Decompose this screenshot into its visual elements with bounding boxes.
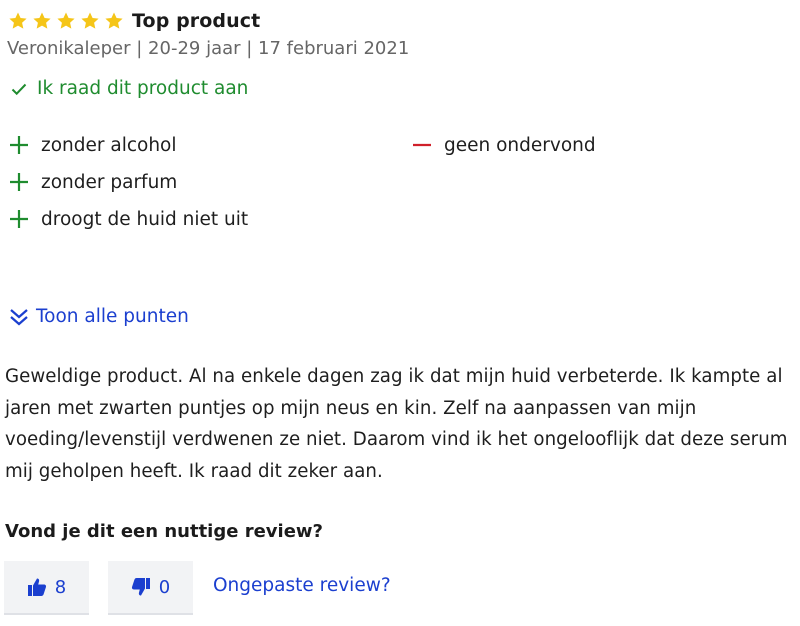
thumbs-up-icon (27, 577, 55, 597)
plus-icon (8, 171, 41, 193)
review-meta: Veronikaleper | 20-29 jaar | 17 februari… (7, 38, 410, 59)
review-header: Top product (8, 8, 260, 34)
star-icon (56, 11, 76, 31)
pro-label: zonder parfum (41, 171, 178, 193)
recommend-label: Ik raad dit product aan (37, 78, 249, 99)
pro-item: droogt de huid niet uit (8, 208, 248, 230)
star-icon (8, 11, 28, 31)
double-chevron-down-icon (8, 307, 36, 327)
plus-icon (8, 208, 41, 230)
review-card: Top product Veronikaleper | 20-29 jaar |… (0, 0, 800, 626)
review-title: Top product (132, 10, 261, 32)
helpful-yes-count: 8 (54, 576, 67, 598)
show-all-points-link[interactable]: Toon alle punten (8, 306, 189, 327)
pro-label: zonder alcohol (41, 134, 177, 156)
check-icon (11, 82, 37, 96)
minus-icon (411, 134, 444, 156)
show-all-points-label: Toon alle punten (36, 306, 189, 327)
pro-item: zonder parfum (8, 171, 177, 193)
star-icon (80, 11, 100, 31)
con-label: geen ondervond (444, 134, 596, 156)
report-review-link[interactable]: Ongepaste review? (213, 575, 391, 596)
pro-item: zonder alcohol (8, 134, 177, 156)
star-icon (32, 11, 52, 31)
pro-label: droogt de huid niet uit (41, 208, 249, 230)
star-rating (8, 11, 124, 31)
recommend-indicator: Ik raad dit product aan (11, 78, 248, 99)
review-body: Geweldige product. Al na enkele dagen za… (5, 366, 788, 482)
helpful-yes-button[interactable]: 8 (4, 561, 89, 615)
helpful-no-count: 0 (158, 576, 171, 598)
plus-icon (8, 134, 41, 156)
con-item: geen ondervond (411, 134, 596, 156)
thumbs-down-icon (131, 577, 159, 597)
star-icon (104, 11, 124, 31)
helpful-question: Vond je dit een nuttige review? (5, 521, 323, 542)
helpful-no-button[interactable]: 0 (108, 561, 193, 615)
